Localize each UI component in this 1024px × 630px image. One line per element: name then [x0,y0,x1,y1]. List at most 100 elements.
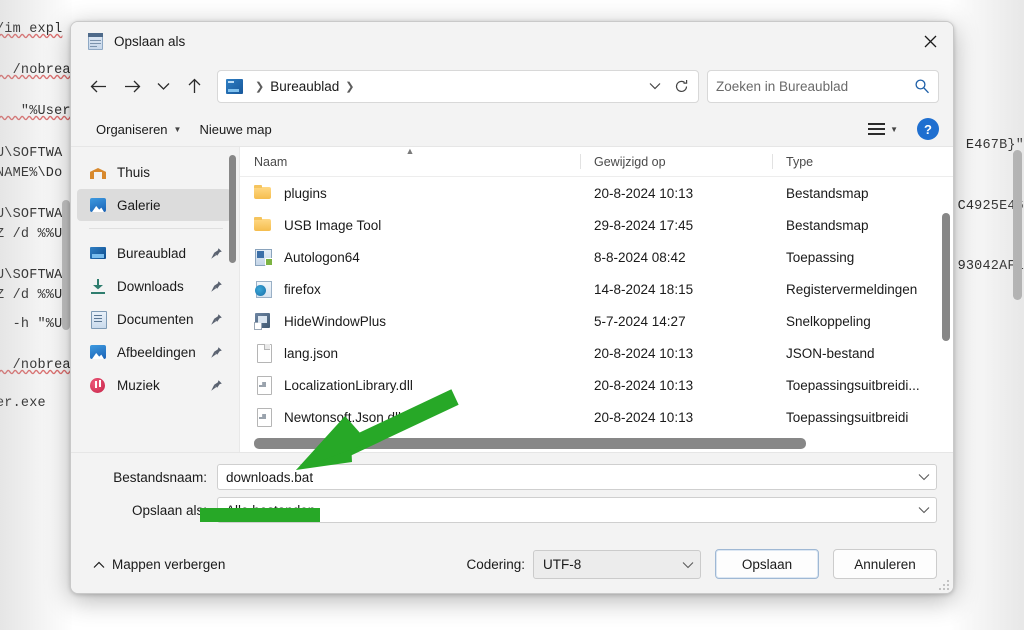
file-list-vertical-scrollbar[interactable] [942,213,950,341]
file-list-horizontal-scrollbar-thumb[interactable] [254,438,806,449]
table-row[interactable]: USB Image Tool 29-8-2024 17:45 Bestandsm… [240,209,953,241]
close-icon[interactable] [907,22,953,60]
encoding-select[interactable]: UTF-8 [533,550,701,579]
pin-icon[interactable] [210,280,223,293]
sidebar-item-thuis[interactable]: Thuis [77,156,231,188]
file-name: lang.json [284,346,338,361]
table-row[interactable]: lang.json 20-8-2024 10:13 JSON-bestand [240,337,953,369]
file-list-horizontal-scrollbar-track[interactable] [240,436,953,452]
table-row[interactable]: Newtonsoft.Json.dll 20-8-2024 10:13 Toep… [240,401,953,433]
organize-button[interactable]: Organiseren ▼ [87,117,190,142]
music-icon [89,376,107,394]
bg-code-line: -h "%US [0,317,71,332]
dialog-body: Thuis Galerie Bureaublad Downloads [71,146,953,452]
save-as-dialog: Opslaan als ❯ Bureaublad ❯ [70,21,954,594]
filename-field[interactable] [217,464,937,490]
column-header-naam[interactable]: ▲ Naam [240,147,580,176]
breadcrumb-separator: ❯ [345,80,354,93]
pin-icon[interactable] [210,346,223,359]
folder-icon [254,216,273,234]
background-scrollbar-thumb[interactable] [1013,150,1022,300]
shortcut-icon [254,312,273,330]
filetype-row: Opslaan als: Alle bestanden [87,496,937,524]
refresh-icon[interactable] [668,72,694,100]
dll-file-icon [254,376,273,394]
notepad-icon [87,33,104,50]
table-row[interactable]: firefox 14-8-2024 18:15 Registervermeldi… [240,273,953,305]
documents-icon [89,310,107,328]
address-bar[interactable]: ❯ Bureaublad ❯ [217,70,699,103]
organize-label: Organiseren [96,122,168,137]
address-chevron-down-icon[interactable] [642,72,668,100]
column-header-label: Type [786,155,813,169]
new-folder-button[interactable]: Nieuwe map [190,117,280,142]
bg-code-line: Z /d %%U [0,288,62,303]
help-icon[interactable]: ? [917,118,939,140]
file-type: JSON-bestand [772,346,953,361]
hamburger-view-icon [868,123,885,135]
resize-grip[interactable] [937,578,949,590]
table-row[interactable]: HideWindowPlus 5-7-2024 14:27 Snelkoppel… [240,305,953,337]
cancel-button[interactable]: Annuleren [833,549,937,579]
chevron-up-icon [93,557,105,572]
search-box[interactable] [707,70,939,103]
sidebar-item-documenten[interactable]: Documenten [77,303,231,335]
save-form: Bestandsnaam: Opslaan als: Alle bestande… [71,452,953,535]
pin-icon[interactable] [210,247,223,260]
sidebar-scrollbar-thumb[interactable] [229,155,236,263]
forward-icon[interactable] [115,70,149,102]
column-header-gewijzigd-op[interactable]: Gewijzigd op [580,147,772,176]
chevron-down-icon[interactable] [914,506,930,514]
sidebar-item-afbeeldingen[interactable]: Afbeeldingen [77,336,231,368]
encoding-label: Codering: [466,557,525,572]
download-icon [89,277,107,295]
chevron-down-icon: ▼ [174,125,182,134]
file-type: Registervermeldingen [772,282,953,297]
pin-icon[interactable] [210,313,223,326]
pictures-icon [89,343,107,361]
command-bar: Organiseren ▼ Nieuwe map ▼ ? [71,112,953,146]
search-icon[interactable] [914,78,930,94]
sidebar-item-label: Downloads [117,279,210,294]
file-name: plugins [284,186,327,201]
file-name: USB Image Tool [284,218,381,233]
file-name: LocalizationLibrary.dll [284,378,413,393]
home-icon [89,163,107,181]
sidebar-item-label: Documenten [117,312,210,327]
sidebar-item-bureaublad[interactable]: Bureaublad [77,237,231,269]
pin-icon[interactable] [210,379,223,392]
recent-locations-chevron-down-icon[interactable] [149,70,177,102]
background-secondary-scrollbar[interactable] [62,200,70,330]
dialog-footer: Mappen verbergen Codering: UTF-8 Opslaan… [71,535,953,593]
application-icon [254,248,273,266]
column-header-type[interactable]: Type [772,147,953,176]
up-icon[interactable] [177,70,211,102]
sidebar-divider [89,228,223,229]
table-row[interactable]: plugins 20-8-2024 10:13 Bestandsmap [240,177,953,209]
file-name: HideWindowPlus [284,314,386,329]
firefox-reg-icon [254,280,273,298]
file-type: Snelkoppeling [772,314,953,329]
save-button[interactable]: Opslaan [715,549,819,579]
sidebar-item-label: Galerie [117,198,223,213]
filename-input[interactable] [226,470,914,485]
filetype-field[interactable]: Alle bestanden [217,497,937,523]
search-input[interactable] [716,79,910,94]
file-modified: 20-8-2024 10:13 [580,346,772,361]
file-modified: 8-8-2024 08:42 [580,250,772,265]
filename-row: Bestandsnaam: [87,463,937,491]
new-folder-label: Nieuwe map [199,122,271,137]
sidebar-item-muziek[interactable]: Muziek [77,369,231,401]
table-row[interactable]: LocalizationLibrary.dll 20-8-2024 10:13 … [240,369,953,401]
sidebar-item-label: Afbeeldingen [117,345,210,360]
file-modified: 5-7-2024 14:27 [580,314,772,329]
view-options-button[interactable]: ▼ [861,118,905,140]
hide-folders-button[interactable]: Mappen verbergen [87,552,231,577]
sidebar-item-downloads[interactable]: Downloads [77,270,231,302]
sidebar-item-galerie[interactable]: Galerie [77,189,231,221]
back-icon[interactable] [81,70,115,102]
breadcrumb-item[interactable]: Bureaublad [270,79,339,94]
table-row[interactable]: Autologon64 8-8-2024 08:42 Toepassing [240,241,953,273]
chevron-down-icon[interactable] [914,473,930,481]
file-type: Bestandsmap [772,186,953,201]
